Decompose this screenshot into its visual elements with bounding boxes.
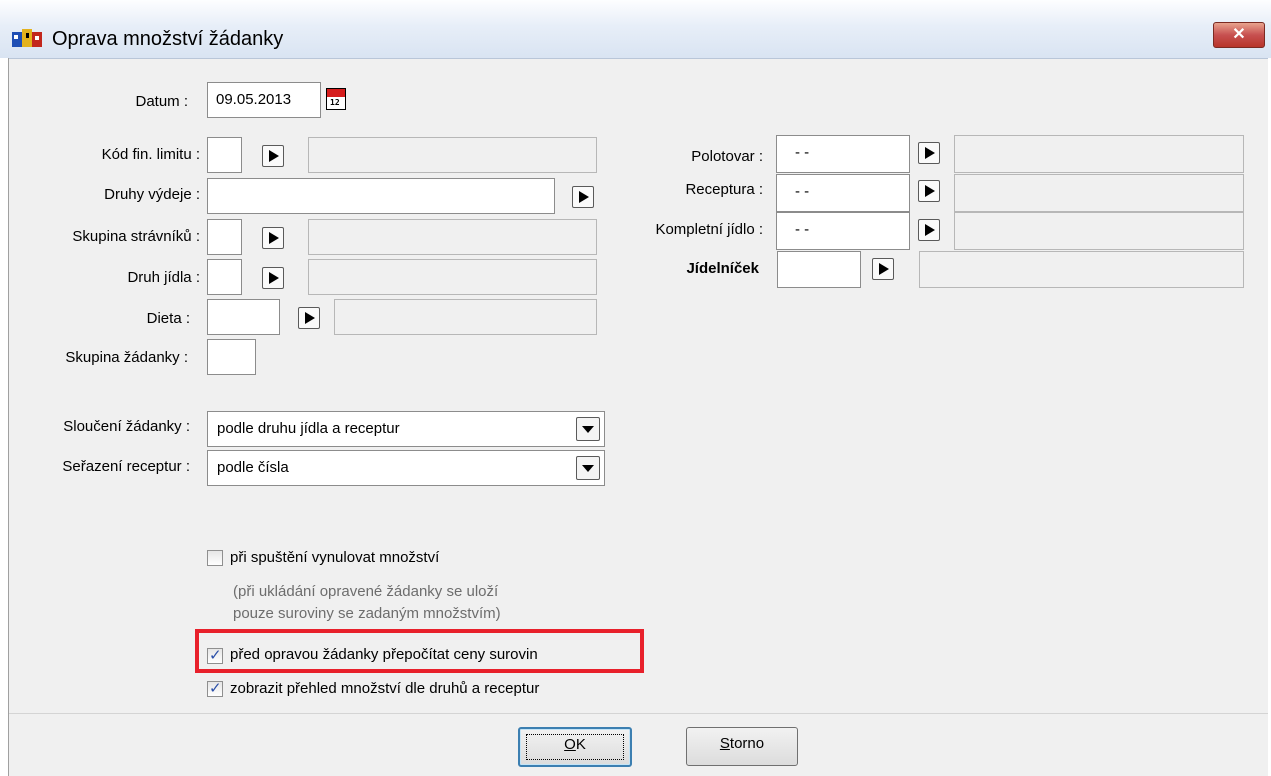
receptura-label: Receptura : <box>685 181 763 198</box>
storno-button[interactable]: Storno <box>686 727 798 766</box>
storno-label-rest: torno <box>729 735 765 752</box>
druh-jidla-input[interactable] <box>207 259 242 295</box>
prepocitat-label[interactable]: před opravou žádanky přepočítat ceny sur… <box>230 646 538 663</box>
slouceni-zadanky-select[interactable]: podle druhu jídla a receptur <box>207 411 605 447</box>
receptura-input[interactable]: - - <box>776 174 910 212</box>
dieta-lookup-button[interactable] <box>298 307 320 329</box>
skupina-stravniku-input[interactable] <box>207 219 242 255</box>
serazeni-receptur-label: Seřazení receptur : <box>62 458 190 475</box>
storno-mnemonic: S <box>719 735 730 752</box>
slouceni-zadanky-label: Sloučení žádanky : <box>63 418 190 435</box>
polotovar-name <box>954 135 1244 173</box>
druhy-vydeje-label: Druhy výdeje : <box>104 186 200 203</box>
polotovar-lookup-button[interactable] <box>918 142 940 164</box>
skupina-zadanky-label: Skupina žádanky : <box>65 349 188 366</box>
dieta-input[interactable] <box>207 299 280 335</box>
close-icon: ✕ <box>1232 26 1246 43</box>
druh-jidla-label: Druh jídla : <box>127 269 200 286</box>
window-frame-left <box>0 58 9 776</box>
kod-fin-limitu-label: Kód fin. limitu : <box>101 146 200 163</box>
jidelnicek-name <box>919 251 1244 288</box>
skupina-stravniku-lookup-button[interactable] <box>262 227 284 249</box>
skupina-zadanky-input[interactable] <box>207 339 256 375</box>
kompletni-jidlo-name <box>954 212 1244 250</box>
kod-fin-limitu-input[interactable] <box>207 137 242 173</box>
jidelnicek-lookup-button[interactable] <box>872 258 894 280</box>
calendar-icon[interactable]: 12 <box>326 88 346 110</box>
window-title: Oprava množství žádanky <box>52 28 284 50</box>
polotovar-label: Polotovar : <box>691 148 763 165</box>
zobrazit-checkbox[interactable] <box>207 679 223 697</box>
kompletni-jidlo-input[interactable]: - - <box>776 212 910 250</box>
chevron-down-icon[interactable] <box>576 456 600 480</box>
slouceni-zadanky-selected: podle druhu jídla a receptur <box>217 420 400 437</box>
skupina-stravniku-name <box>308 219 597 255</box>
druhy-vydeje-lookup-button[interactable] <box>572 186 594 208</box>
vynulovat-label[interactable]: při spuštění vynulovat množství <box>230 549 439 566</box>
prepocitat-checkbox[interactable] <box>207 646 223 664</box>
title-bar: Oprava množství žádanky ✕ <box>0 0 1271 59</box>
vynulovat-note-line1: (při ukládání opravené žádanky se uloží <box>233 583 499 600</box>
kompletni-jidlo-lookup-button[interactable] <box>918 219 940 241</box>
kod-fin-limitu-lookup-button[interactable] <box>262 145 284 167</box>
datum-label: Datum : <box>135 93 188 110</box>
button-separator <box>9 713 1268 714</box>
druh-jidla-name <box>308 259 597 295</box>
receptura-name <box>954 174 1244 212</box>
vynulovat-checkbox[interactable] <box>207 550 223 566</box>
app-icon <box>12 29 42 47</box>
druhy-vydeje-input[interactable] <box>207 178 555 214</box>
serazeni-receptur-selected: podle čísla <box>217 459 289 476</box>
close-button[interactable]: ✕ <box>1213 22 1265 48</box>
datum-input[interactable]: 09.05.2013 <box>207 82 321 118</box>
kod-fin-limitu-name <box>308 137 597 173</box>
jidelnicek-input[interactable] <box>777 251 861 288</box>
jidelnicek-label: Jídelníček <box>686 260 759 277</box>
chevron-down-icon[interactable] <box>576 417 600 441</box>
receptura-lookup-button[interactable] <box>918 180 940 202</box>
kompletni-jidlo-label: Kompletní jídlo : <box>655 221 763 238</box>
polotovar-input[interactable]: - - <box>776 135 910 173</box>
dieta-name <box>334 299 597 335</box>
serazeni-receptur-select[interactable]: podle čísla <box>207 450 605 486</box>
vynulovat-note-line2: pouze suroviny se zadaným množstvím) <box>233 605 501 622</box>
skupina-stravniku-label: Skupina strávníků : <box>72 228 200 245</box>
druh-jidla-lookup-button[interactable] <box>262 267 284 289</box>
ok-button[interactable]: OK <box>518 727 632 767</box>
dieta-label: Dieta : <box>146 310 190 327</box>
zobrazit-label[interactable]: zobrazit přehled množství dle druhů a re… <box>230 680 539 697</box>
